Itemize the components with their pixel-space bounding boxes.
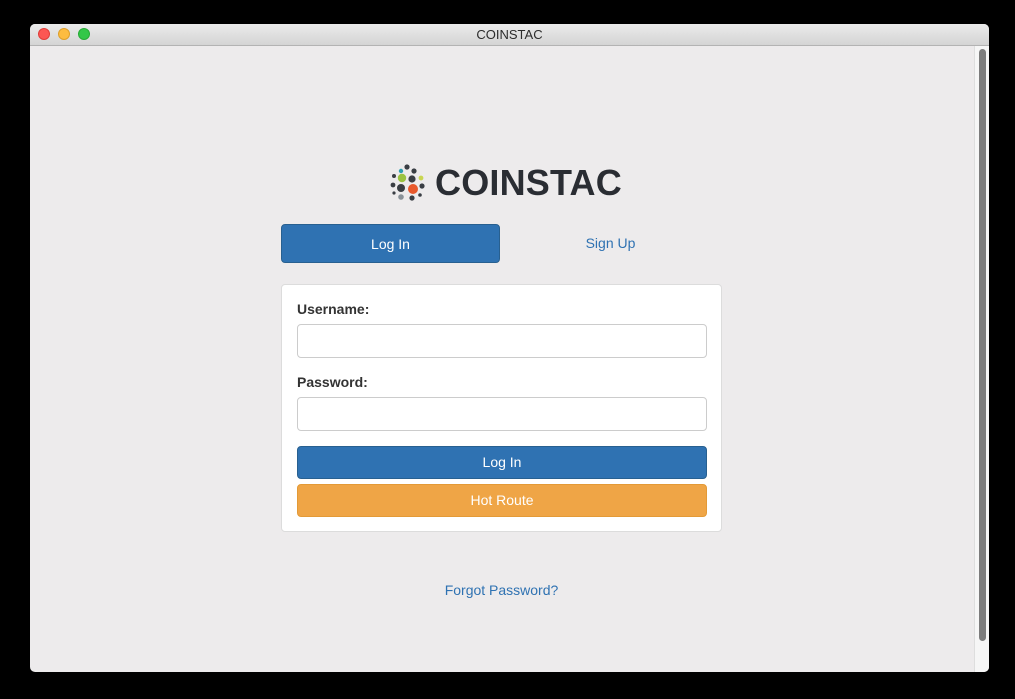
login-view: COINSTAC Log In Sign Up Username: Passwo… [30, 46, 974, 672]
brand-name: COINSTAC [435, 162, 622, 203]
username-field[interactable] [297, 324, 707, 358]
password-field[interactable] [297, 397, 707, 431]
password-label: Password: [297, 374, 368, 390]
coinstac-logo-icon [390, 164, 425, 201]
login-form-panel: Username: Password: Log In Hot Route [281, 284, 722, 532]
forgot-password-link[interactable]: Forgot Password? [30, 582, 973, 598]
window-title: COINSTAC [476, 27, 543, 42]
vertical-scrollbar[interactable] [974, 46, 989, 672]
tab-signup[interactable]: Sign Up [501, 224, 720, 263]
title-bar: COINSTAC [30, 24, 989, 46]
scrollbar-thumb[interactable] [979, 49, 986, 641]
app-window: COINSTAC COINSTAC Log In Sign Up Usernam… [30, 24, 989, 672]
brand-logo: COINSTAC [390, 164, 622, 202]
login-button[interactable]: Log In [297, 446, 707, 479]
username-label: Username: [297, 301, 370, 317]
tab-login[interactable]: Log In [281, 224, 500, 263]
hot-route-button[interactable]: Hot Route [297, 484, 707, 517]
